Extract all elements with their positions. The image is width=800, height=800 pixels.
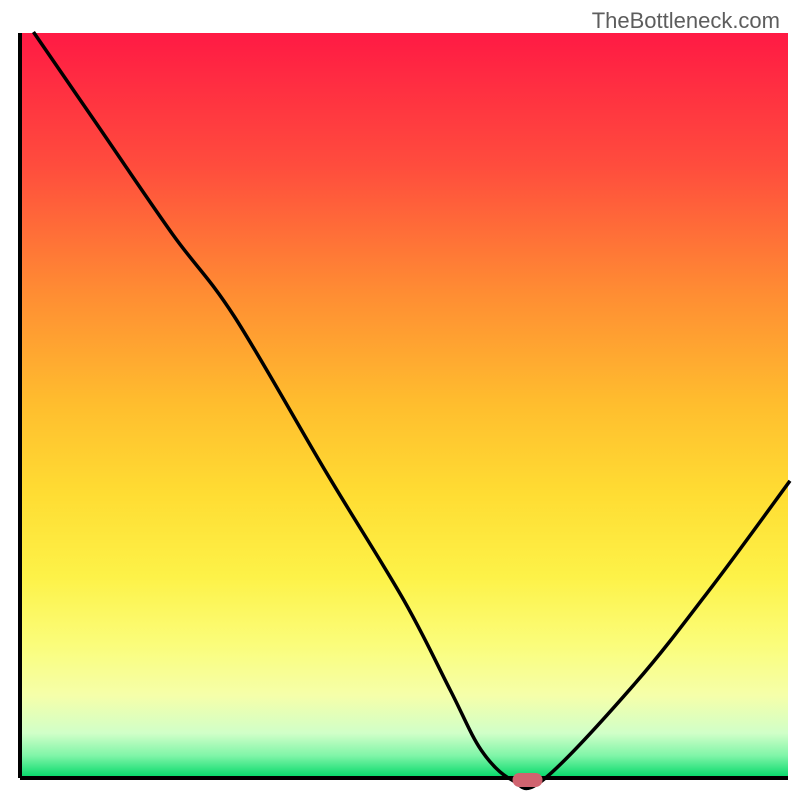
chart-svg: [0, 0, 800, 800]
gradient-background: [20, 33, 788, 778]
watermark-text: TheBottleneck.com: [592, 8, 780, 34]
optimal-marker: [513, 773, 543, 787]
bottleneck-chart: [0, 0, 800, 800]
